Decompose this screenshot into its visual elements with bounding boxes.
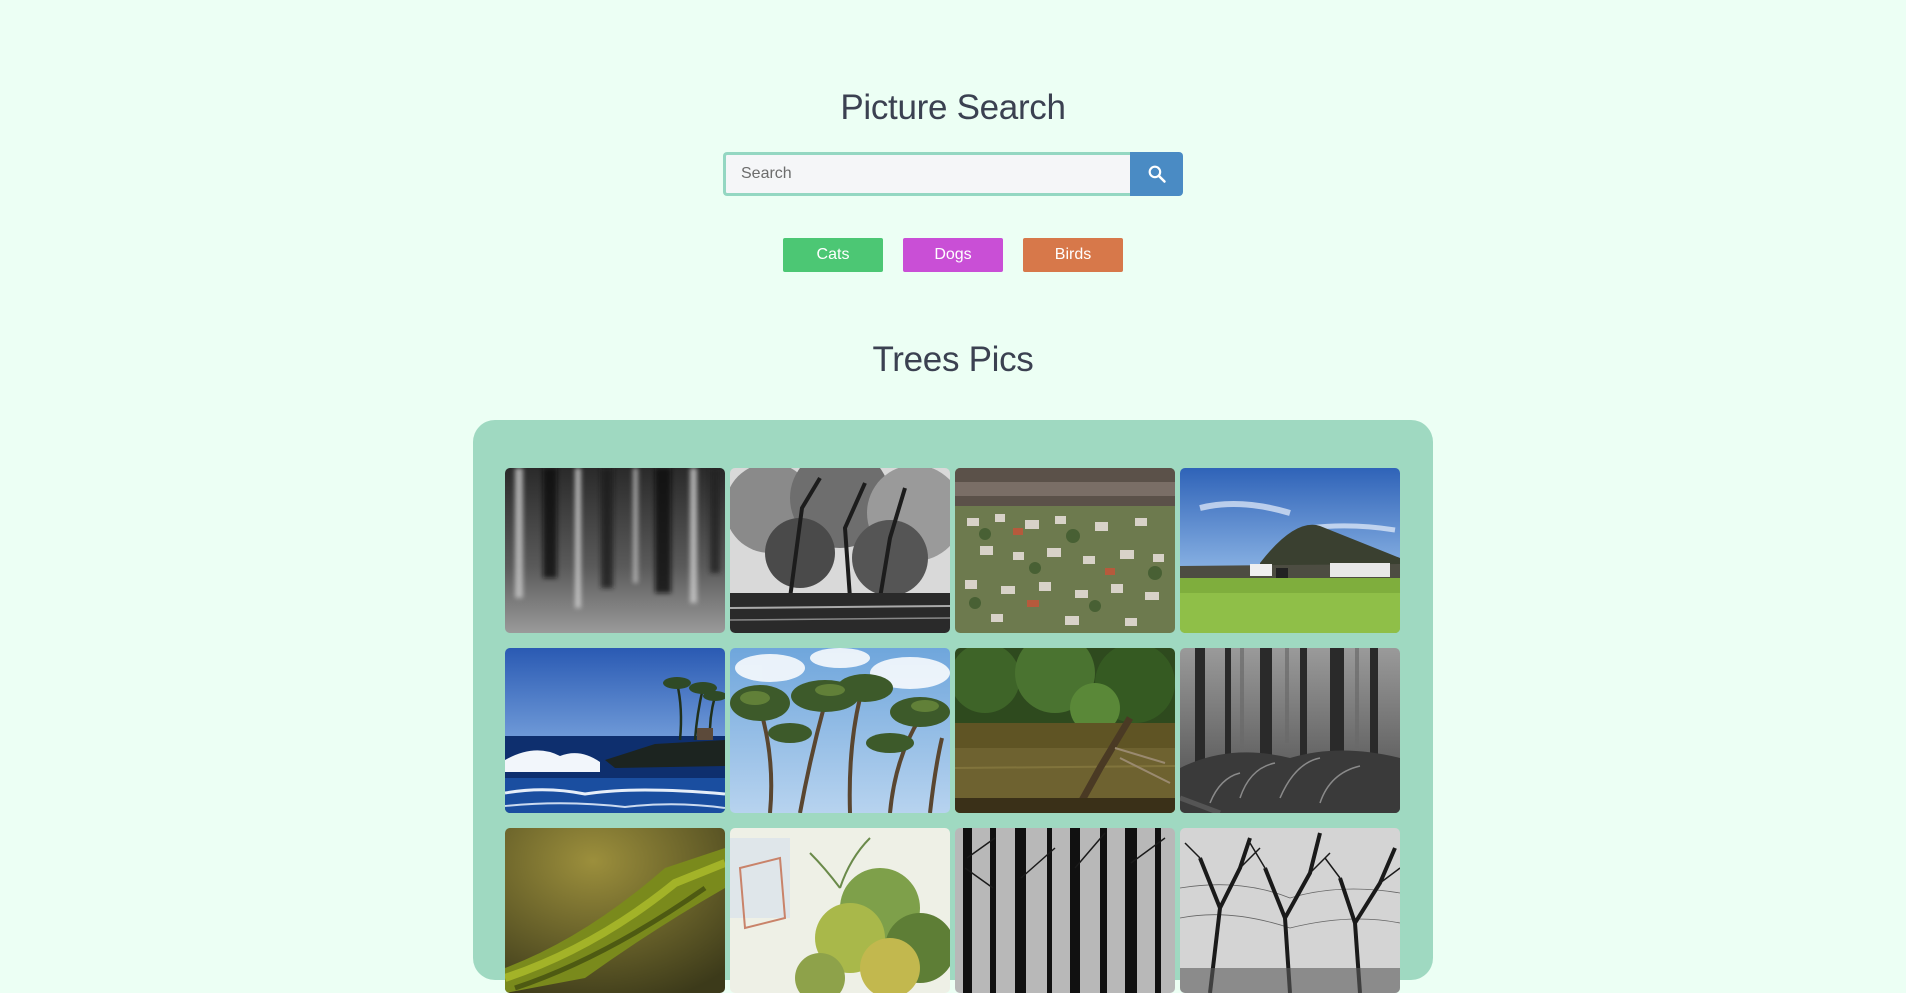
search-icon: [1148, 165, 1166, 183]
gallery-image[interactable]: [955, 828, 1175, 993]
gallery-image[interactable]: [505, 648, 725, 813]
gallery-image[interactable]: [730, 828, 950, 993]
gallery-image[interactable]: [505, 468, 725, 633]
dogs-button[interactable]: Dogs: [903, 238, 1003, 272]
birds-button[interactable]: Birds: [1023, 238, 1123, 272]
gallery-image[interactable]: [955, 648, 1175, 813]
search-button[interactable]: [1130, 152, 1183, 196]
gallery-image[interactable]: [1180, 828, 1400, 993]
page-title: Picture Search: [840, 88, 1066, 127]
search-bar: [723, 152, 1183, 196]
gallery-image[interactable]: [505, 828, 725, 993]
gallery-image[interactable]: [730, 648, 950, 813]
search-input[interactable]: [723, 152, 1130, 196]
gallery-title: Trees Pics: [872, 340, 1034, 379]
gallery-image[interactable]: [730, 468, 950, 633]
cats-button[interactable]: Cats: [783, 238, 883, 272]
category-buttons: Cats Dogs Birds: [0, 238, 1906, 272]
gallery-image[interactable]: [1180, 468, 1400, 633]
gallery-grid: [505, 468, 1400, 993]
image-gallery: [473, 420, 1433, 993]
gallery-image[interactable]: [955, 468, 1175, 633]
gallery-image[interactable]: [1180, 648, 1400, 813]
